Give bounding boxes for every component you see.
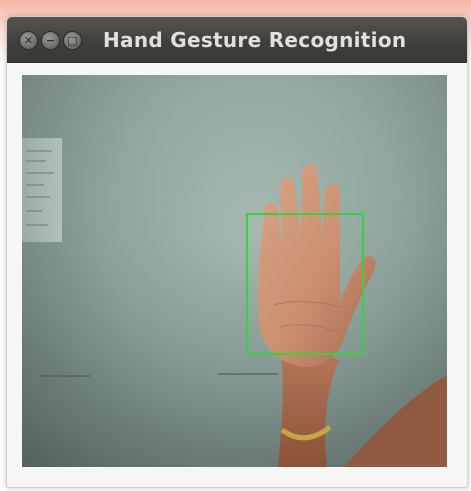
window-client-area [7, 63, 467, 487]
window-title: Hand Gesture Recognition [103, 28, 407, 52]
hand-image [257, 164, 447, 467]
close-icon[interactable]: ✕ [19, 30, 38, 50]
minimize-icon[interactable]: − [41, 30, 60, 50]
camera-feed [22, 75, 447, 467]
hand-detection-box [246, 213, 364, 355]
window-controls: ✕ − □ [19, 30, 85, 50]
app-window: ✕ − □ Hand Gesture Recognition [6, 16, 468, 488]
window-titlebar[interactable]: ✕ − □ Hand Gesture Recognition [7, 17, 467, 63]
right-arm-shape [344, 375, 447, 467]
maximize-icon[interactable]: □ [63, 30, 82, 50]
